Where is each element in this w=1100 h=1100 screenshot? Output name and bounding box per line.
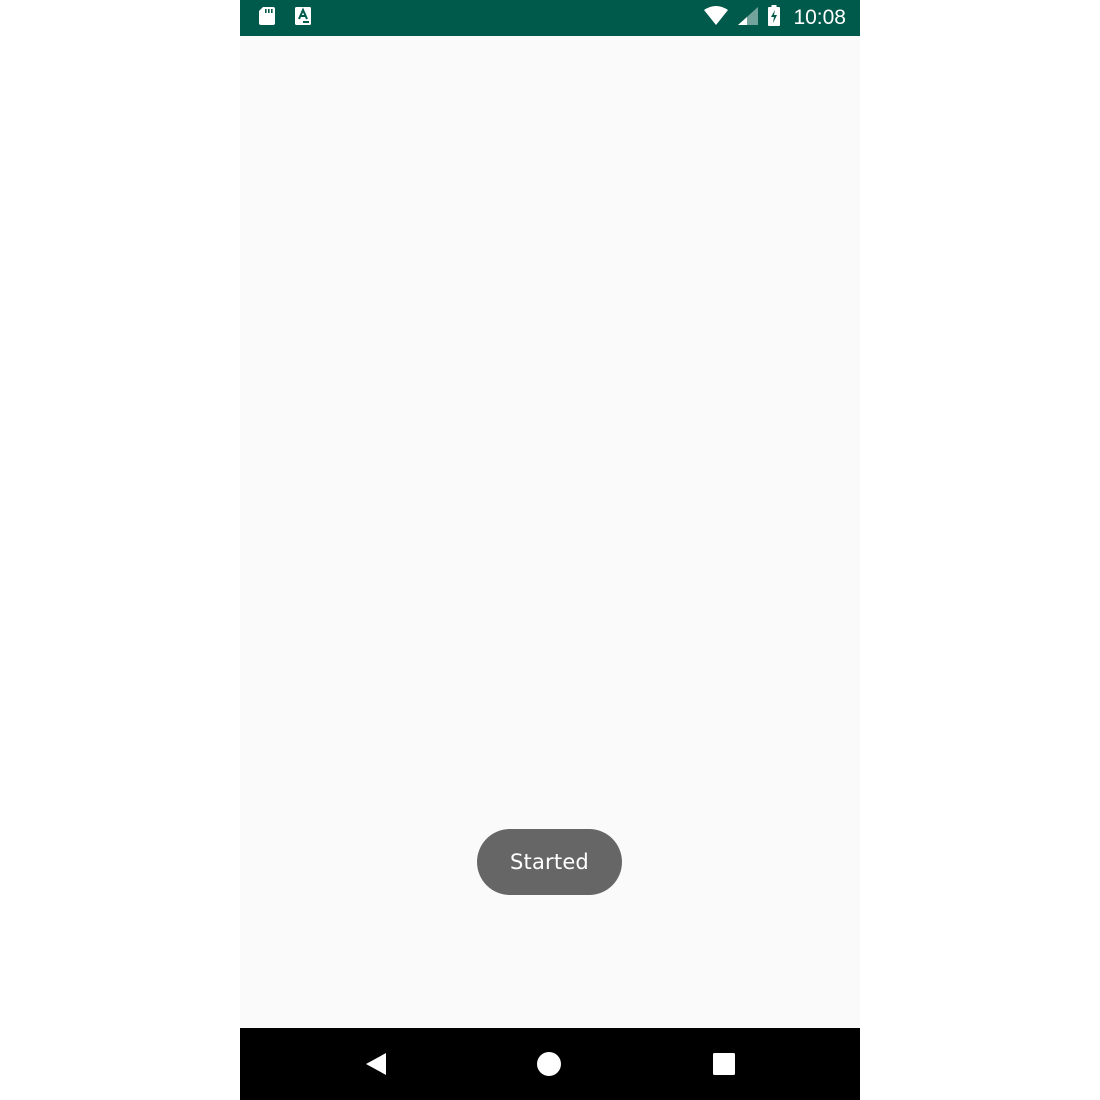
toast-message: Started: [477, 829, 622, 895]
battery-charging-icon: [767, 5, 781, 31]
home-button[interactable]: [531, 1046, 567, 1082]
cellular-signal-icon: [737, 6, 759, 30]
back-icon: [366, 1053, 386, 1075]
sd-card-icon: [258, 6, 276, 30]
app-notification-icon: [294, 6, 312, 30]
recents-icon: [713, 1053, 735, 1075]
wifi-icon: [703, 6, 729, 30]
status-bar-time: 10:08: [793, 6, 846, 29]
navigation-bar: [240, 1028, 860, 1100]
status-bar-system: 10:08: [703, 0, 846, 36]
status-bar-notifications: [258, 6, 312, 30]
status-bar: 10:08: [240, 0, 860, 36]
phone-screen: 10:08 Started: [240, 0, 860, 1100]
home-icon: [537, 1052, 561, 1076]
recents-button[interactable]: [706, 1046, 742, 1082]
back-button[interactable]: [358, 1046, 394, 1082]
